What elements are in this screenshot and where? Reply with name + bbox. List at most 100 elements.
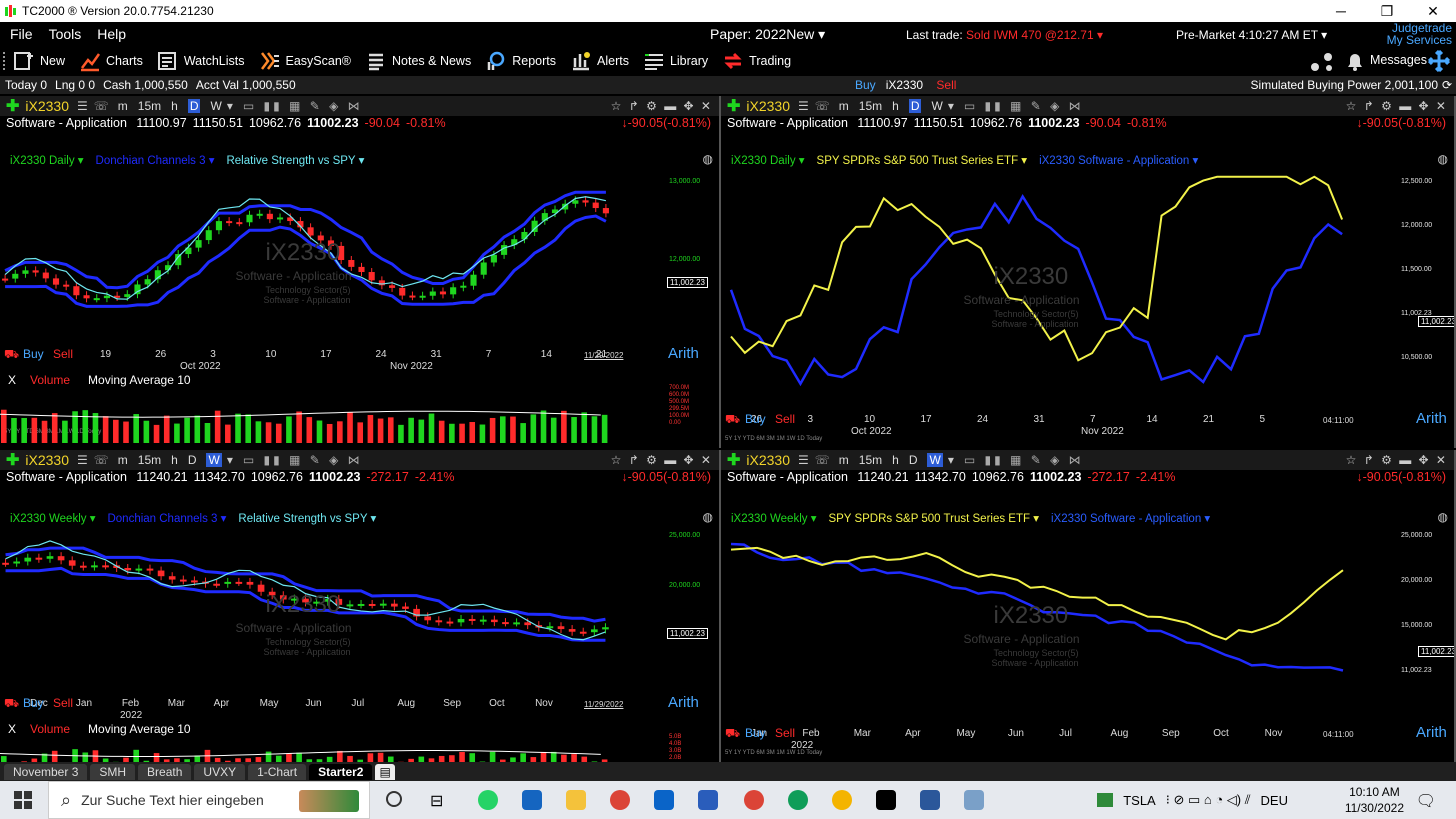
chart-buy-button[interactable]: Buy xyxy=(23,696,44,710)
chrome-profile-3-icon[interactable] xyxy=(788,790,808,810)
volume-ma-label[interactable]: Moving Average 10 xyxy=(88,373,191,387)
notifications-icon[interactable]: 🗨 xyxy=(1416,791,1436,811)
close-window-button[interactable]: ✕ xyxy=(1410,0,1456,22)
phone-icon[interactable]: ☏ xyxy=(94,99,109,113)
list-icon[interactable]: ☰ xyxy=(798,99,809,113)
price-chart-svg[interactable] xyxy=(721,172,1346,412)
tc2000-taskbar-icon[interactable] xyxy=(876,790,896,810)
scale-arith-toggle[interactable]: Arith xyxy=(668,694,699,711)
phone-icon[interactable]: ☏ xyxy=(815,99,830,113)
move-icon[interactable] xyxy=(1427,49,1451,75)
add-symbol-icon[interactable]: ✚ xyxy=(6,96,19,116)
chart-order-icon[interactable]: ⛟ xyxy=(725,726,740,742)
legend-item[interactable]: Donchian Channels 3 ▾ xyxy=(107,513,226,525)
legend-item[interactable]: SPY SPDRs S&P 500 Trust Series ETF ▾ xyxy=(828,513,1039,525)
tray-icons[interactable]: ⁝ ⊘ ▭ ⌂ ◔ ◁) ⫽ xyxy=(1166,792,1251,808)
timeframe-dropdown-icon[interactable]: ▾ xyxy=(948,99,954,113)
share-icon[interactable] xyxy=(1310,52,1334,75)
new-button[interactable]: New xyxy=(13,50,65,72)
list-icon[interactable]: ☰ xyxy=(77,99,88,113)
judgetrade-link[interactable]: Judgetrade My Services xyxy=(1387,22,1452,46)
layout-tab[interactable]: 1-Chart xyxy=(248,763,307,780)
scale-arith-toggle[interactable]: Arith xyxy=(1416,724,1447,741)
add-tab-icon[interactable]: ▤ xyxy=(375,763,395,780)
pane-controls[interactable]: ☆ ↱ ⚙ ▬ ✥ ✕ xyxy=(611,453,713,467)
windows-start-icon[interactable] xyxy=(14,791,32,812)
pane-controls[interactable]: ☆ ↱ ⚙ ▬ ✥ ✕ xyxy=(1346,99,1448,113)
outlook-icon[interactable] xyxy=(654,790,674,810)
timeframe-h[interactable]: h xyxy=(171,453,178,467)
last-trade[interactable]: Last trade: Sold IWM 470 @212.71 ▾ xyxy=(906,28,1103,42)
timeframe-W[interactable]: W xyxy=(931,99,942,113)
quick-sell-button[interactable]: Sell xyxy=(936,78,956,92)
chart-order-icon[interactable]: ⛟ xyxy=(4,347,19,363)
layout-tab[interactable]: November 3 xyxy=(4,763,88,780)
layout-tab[interactable]: UVXY xyxy=(194,763,246,780)
easyscan-button[interactable]: EasyScan® xyxy=(259,50,351,72)
timeframe-15m[interactable]: 15m xyxy=(859,453,882,467)
volume-label[interactable]: Volume xyxy=(30,722,70,736)
legend-item[interactable]: iX2330 Weekly ▾ xyxy=(731,513,816,525)
my-services-link[interactable]: My Services xyxy=(1387,34,1452,46)
legend-item[interactable]: Donchian Channels 3 ▾ xyxy=(96,155,215,167)
maximize-button[interactable]: ❐ xyxy=(1364,0,1410,22)
chart-tools-icons[interactable]: ▭ ▮▮ ▦ ✎ ◈ ⋈ xyxy=(964,99,1084,113)
trading-button[interactable]: Trading xyxy=(722,50,791,72)
paint-icon[interactable] xyxy=(964,790,984,810)
pane-controls[interactable]: ☆ ↱ ⚙ ▬ ✥ ✕ xyxy=(611,99,713,113)
charts-button[interactable]: Charts xyxy=(79,50,143,72)
timeframe-15m[interactable]: 15m xyxy=(138,99,161,113)
chrome-profile-4-icon[interactable] xyxy=(832,790,852,810)
chart-sell-button[interactable]: Sell xyxy=(53,696,73,710)
list-icon[interactable]: ☰ xyxy=(798,453,809,467)
chart-buy-button[interactable]: Buy xyxy=(745,726,766,740)
paper-account-dropdown[interactable]: Paper: 2022New ▾ xyxy=(710,26,825,43)
volume-close-button[interactable]: X xyxy=(8,722,16,736)
timeframe-dropdown-icon[interactable]: ▾ xyxy=(948,453,954,467)
pane-controls[interactable]: ☆ ↱ ⚙ ▬ ✥ ✕ xyxy=(1346,453,1448,467)
chart-sell-button[interactable]: Sell xyxy=(53,347,73,361)
remote-app-icon[interactable] xyxy=(522,790,542,810)
legend-item[interactable]: iX2330 Daily ▾ xyxy=(10,155,84,167)
timeframe-D[interactable]: D xyxy=(188,453,197,467)
add-symbol-icon[interactable]: ✚ xyxy=(727,450,740,470)
timeframe-D[interactable]: D xyxy=(909,453,918,467)
timeframe-W[interactable]: W xyxy=(210,99,221,113)
chart-buy-button[interactable]: Buy xyxy=(23,347,44,361)
timeframe-h[interactable]: h xyxy=(892,99,899,113)
timeframe-15m[interactable]: 15m xyxy=(859,99,882,113)
menu-help[interactable]: Help xyxy=(97,26,126,42)
legend-item[interactable]: iX2330 Daily ▾ xyxy=(731,155,805,167)
legend-item[interactable]: Relative Strength vs SPY ▾ xyxy=(238,513,376,525)
chrome-icon[interactable] xyxy=(610,790,630,810)
timeframe-m[interactable]: m xyxy=(118,99,128,113)
messages-button[interactable]: Messages xyxy=(1370,53,1427,67)
chart-order-icon[interactable]: ⛟ xyxy=(4,696,19,712)
timeframe-D[interactable]: D xyxy=(187,99,201,113)
volume-ma-label[interactable]: Moving Average 10 xyxy=(88,722,191,736)
tray-language[interactable]: DEU xyxy=(1261,793,1288,808)
task-view-icon[interactable]: ⊟ xyxy=(430,791,443,811)
pane-symbol[interactable]: iX2330 xyxy=(746,452,790,468)
refresh-icon[interactable]: ⟳ xyxy=(1442,78,1452,92)
time-range-buttons[interactable]: 5Y 1Y YTD 6M 3M 1M 1W 1D Today xyxy=(725,436,822,442)
volume-close-button[interactable]: X xyxy=(8,373,16,387)
chrome-profile-2-icon[interactable] xyxy=(744,790,764,810)
alerts-button[interactable]: Alerts xyxy=(570,50,629,72)
reports-button[interactable]: Reports xyxy=(485,50,556,72)
chart-sell-button[interactable]: Sell xyxy=(775,412,795,426)
volume-label[interactable]: Volume xyxy=(30,373,70,387)
file-explorer-icon[interactable] xyxy=(566,790,586,810)
timeframe-h[interactable]: h xyxy=(892,453,899,467)
timeframe-D[interactable]: D xyxy=(908,99,922,113)
list-icon[interactable]: ☰ xyxy=(77,453,88,467)
timeframe-W[interactable]: W xyxy=(206,453,222,467)
legend-item[interactable]: iX2330 Weekly ▾ xyxy=(10,513,95,525)
pane-symbol[interactable]: iX2330 xyxy=(25,452,69,468)
pane-symbol[interactable]: iX2330 xyxy=(25,98,69,114)
quick-buy-button[interactable]: Buy xyxy=(855,78,876,92)
minimize-button[interactable]: ─ xyxy=(1318,0,1364,22)
color-wheel-icon[interactable]: ◍ xyxy=(703,510,713,524)
timeframe-m[interactable]: m xyxy=(118,453,128,467)
timeframe-15m[interactable]: 15m xyxy=(138,453,161,467)
